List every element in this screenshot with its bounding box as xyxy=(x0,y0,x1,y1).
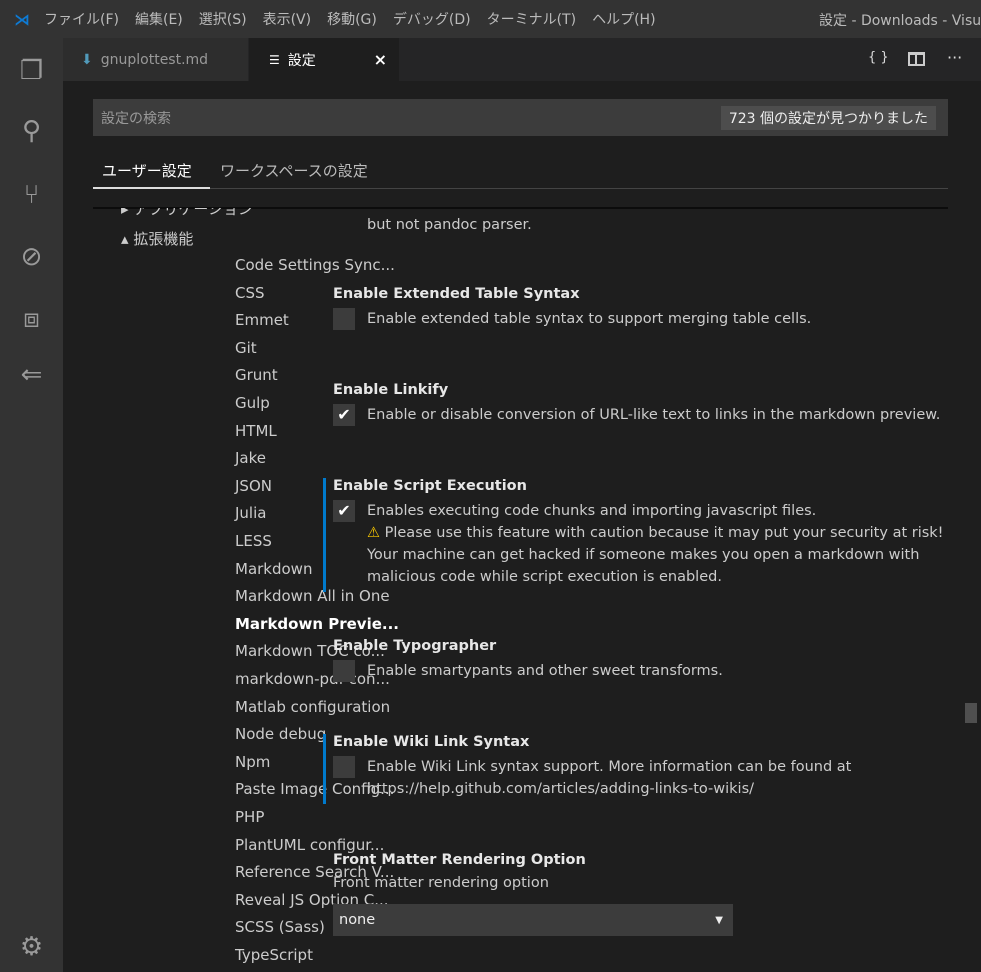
toc-item[interactable]: TypeScript xyxy=(235,946,313,964)
setting-linkify: Enable Linkify ✔ Enable or disable conver… xyxy=(333,382,953,426)
explorer-icon[interactable]: ❐ xyxy=(0,46,63,96)
setting-prev-tail: but not pandoc parser. xyxy=(333,214,953,236)
toc-item[interactable]: Npm xyxy=(235,753,270,771)
menu-debug[interactable]: デバッグ(D) xyxy=(393,9,471,29)
setting-script-execution: Enable Script Execution ✔ Enables execut… xyxy=(333,478,953,588)
tab-workspace-settings[interactable]: ワークスペースの設定 xyxy=(220,160,368,181)
toc-item[interactable]: PHP xyxy=(235,808,264,826)
setting-description: Enable or disable conversion of URL-like… xyxy=(367,407,941,423)
menu-file[interactable]: ファイル(F) xyxy=(44,9,119,29)
search-placeholder: 設定の検索 xyxy=(101,110,171,127)
more-actions-icon[interactable]: ··· xyxy=(947,48,962,67)
checkbox-checked[interactable]: ✔ xyxy=(333,404,355,426)
checkbox[interactable] xyxy=(333,308,355,330)
setting-description: Enable Wiki Link syntax support. More in… xyxy=(367,759,852,797)
setting-typographer: Enable Typographer Enable smartypants an… xyxy=(333,638,953,682)
open-json-icon[interactable]: { } xyxy=(868,50,889,65)
setting-title: Enable Extended Table Syntax xyxy=(333,286,580,302)
menu-help[interactable]: ヘルプ(H) xyxy=(592,9,655,29)
checkbox[interactable] xyxy=(333,660,355,682)
toc-item[interactable]: Git xyxy=(235,339,257,357)
window-title: 設定 - Downloads - Visua xyxy=(819,13,981,29)
toc-item[interactable]: Gulp xyxy=(235,394,270,412)
menu-terminal[interactable]: ターミナル(T) xyxy=(487,9,576,29)
toc-item[interactable]: LESS xyxy=(235,532,272,550)
gear-icon[interactable]: ⚙ xyxy=(0,922,63,972)
checkbox-checked[interactable]: ✔ xyxy=(333,500,355,522)
setting-ext-table: Enable Extended Table Syntax Enable exte… xyxy=(333,286,953,330)
toc-item[interactable]: Matlab configuration xyxy=(235,698,390,716)
scrollbar-thumb[interactable] xyxy=(965,703,977,723)
toc-section-extensions[interactable]: ▴ 拡張機能 xyxy=(121,228,193,249)
toc-item[interactable]: HTML xyxy=(235,422,277,440)
menu-go[interactable]: 移動(G) xyxy=(327,9,377,29)
tab-settings[interactable]: ☰ 設定 × xyxy=(249,38,399,81)
settings-scope-tabs: ユーザー設定 ワークスペースの設定 xyxy=(93,155,948,189)
setting-title: Enable Typographer xyxy=(333,638,497,654)
toc-item[interactable]: Markdown xyxy=(235,560,312,578)
setting-description: but not pandoc parser. xyxy=(367,217,532,233)
setting-description: Enables executing code chunks and import… xyxy=(367,503,817,519)
modified-indicator xyxy=(323,478,326,592)
select-value: none xyxy=(339,912,376,928)
tab-user-settings[interactable]: ユーザー設定 xyxy=(102,160,192,181)
split-editor-icon[interactable] xyxy=(908,52,925,66)
settings-search-input[interactable]: 設定の検索 723 個の設定が見つかりました xyxy=(93,99,948,136)
tab-label: 設定 xyxy=(287,52,316,69)
toc-item[interactable]: CSS xyxy=(235,284,265,302)
setting-description: Enable smartypants and other sweet trans… xyxy=(367,663,723,679)
modified-indicator xyxy=(323,734,326,804)
search-icon[interactable]: ⚲ xyxy=(0,106,63,156)
toc-item-application[interactable]: ▸ アプリケーション xyxy=(121,208,253,219)
tab-bar: ⬇ gnuplottest.md ☰ 設定 × { } ··· xyxy=(63,38,981,81)
setting-title: Enable Wiki Link Syntax xyxy=(333,734,530,750)
setting-title: Enable Script Execution xyxy=(333,478,527,494)
toc-item[interactable]: Emmet xyxy=(235,311,289,329)
toc-item[interactable]: Markdown Previe... xyxy=(235,615,399,633)
tab-label: gnuplottest.md xyxy=(100,51,209,68)
setting-warning: Please use this feature with caution bec… xyxy=(367,525,944,585)
toc-item[interactable]: Code Settings Sync... xyxy=(235,256,395,274)
vscode-logo-icon: ⋊ xyxy=(14,9,30,29)
setting-description: Front matter rendering option xyxy=(333,875,549,891)
toc-item[interactable]: JSON xyxy=(235,477,272,495)
toc-item[interactable]: Grunt xyxy=(235,366,278,384)
debug-icon[interactable]: ⊘ xyxy=(0,232,63,282)
extensions-icon[interactable]: ⧈ xyxy=(0,294,63,344)
toc-item[interactable]: SCSS (Sass) xyxy=(235,918,325,936)
activity-bar: ❐ ⚲ ⑂ ⊘ ⧈ ⇐ ⚙ xyxy=(0,38,63,972)
toc-item[interactable]: Markdown All in One xyxy=(235,587,390,605)
warning-icon: ⚠ xyxy=(367,525,380,541)
menu-edit[interactable]: 編集(E) xyxy=(135,9,183,29)
source-control-icon[interactable]: ⑂ xyxy=(0,170,63,220)
front-matter-select[interactable]: none ▼ xyxy=(333,904,733,936)
markdown-file-icon: ⬇ xyxy=(81,51,93,68)
setting-title: Enable Linkify xyxy=(333,382,449,398)
result-count-badge: 723 個の設定が見つかりました xyxy=(720,106,936,130)
close-icon[interactable]: × xyxy=(374,50,387,69)
chevron-down-icon: ▼ xyxy=(715,914,723,926)
active-tab-underline xyxy=(93,187,210,189)
menu-selection[interactable]: 選択(S) xyxy=(199,9,247,29)
checkbox[interactable] xyxy=(333,756,355,778)
title-bar: ⋊ ファイル(F) 編集(E) 選択(S) 表示(V) 移動(G) デバッグ(D… xyxy=(0,0,981,38)
toc-item[interactable]: PlantUML configur... xyxy=(235,836,384,854)
settings-file-icon: ☰ xyxy=(269,52,280,67)
toc-item[interactable]: Jake xyxy=(235,449,266,467)
setting-title: Front Matter Rendering Option xyxy=(333,852,586,868)
live-share-icon[interactable]: ⇐ xyxy=(0,350,63,400)
menu-view[interactable]: 表示(V) xyxy=(263,9,312,29)
tab-gnuplottest[interactable]: ⬇ gnuplottest.md xyxy=(63,38,248,81)
setting-wiki-link: Enable Wiki Link Syntax Enable Wiki Link… xyxy=(333,734,953,800)
toc-item[interactable]: Julia xyxy=(235,504,266,522)
settings-body: ▸ アプリケーション ▴ 拡張機能 Code Settings Sync... C… xyxy=(63,208,963,972)
setting-description: Enable extended table syntax to support … xyxy=(367,311,812,327)
setting-front-matter: Front Matter Rendering Option Front matt… xyxy=(333,852,953,936)
toc-item[interactable]: Node debug xyxy=(235,725,326,743)
